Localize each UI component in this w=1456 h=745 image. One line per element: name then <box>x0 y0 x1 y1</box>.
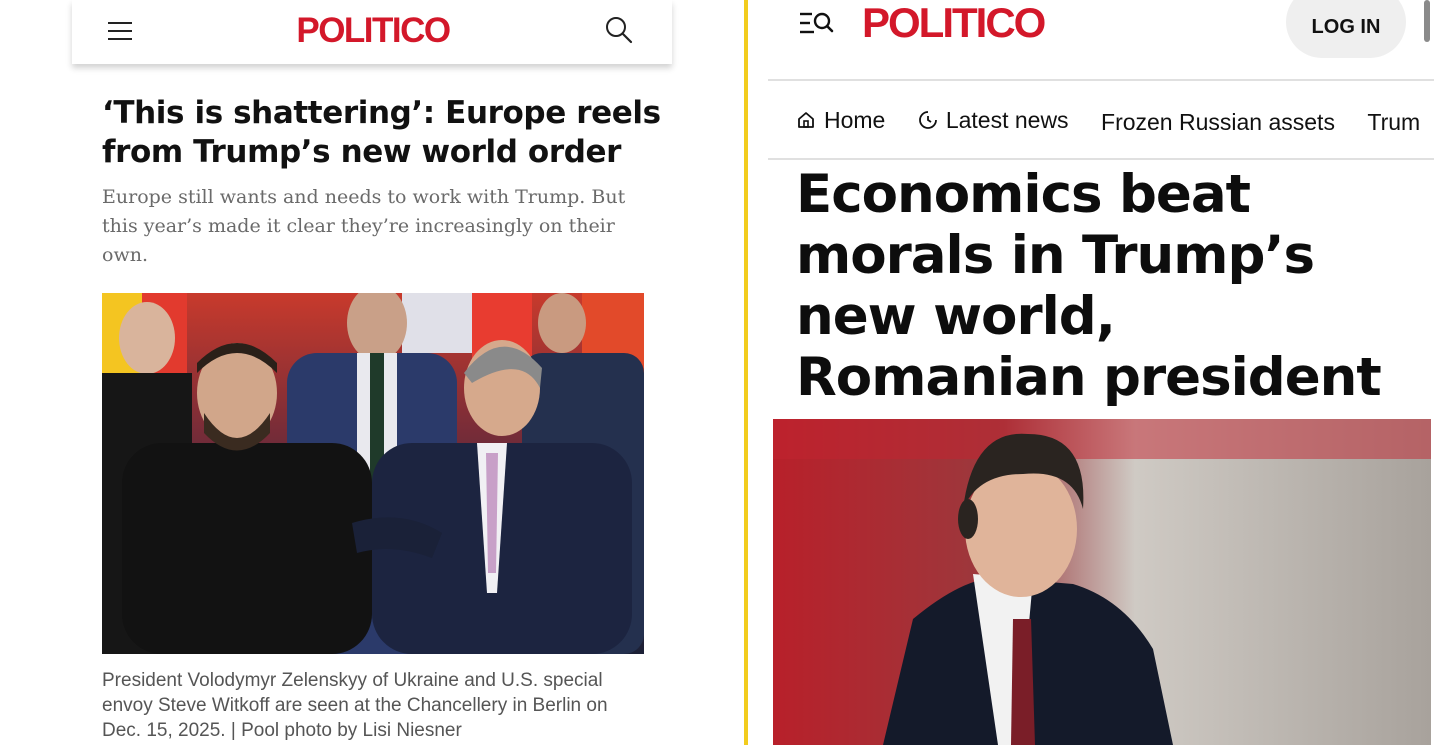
nav-item-trump[interactable]: Trum <box>1367 103 1420 141</box>
hamburger-menu-icon[interactable] <box>108 22 132 40</box>
photo-caption: President Volodymyr Zelenskyy of Ukraine… <box>102 670 608 741</box>
login-button[interactable]: LOG IN <box>1286 0 1406 58</box>
article-photo-romanian-president <box>773 419 1431 745</box>
nav-item-label: Latest news <box>945 106 1069 133</box>
scrollbar[interactable] <box>1424 0 1430 42</box>
right-article-screenshot: POLITICO LOG IN Home Latest news Frozen … <box>748 0 1456 745</box>
nav-item-home[interactable]: Home <box>796 100 885 140</box>
article-dek: Europe still wants and needs to work wit… <box>102 186 626 266</box>
clock-icon <box>918 111 937 129</box>
nav-item-frozen-russian-assets[interactable]: Frozen Russian assets <box>1101 103 1335 141</box>
section-nav: Home Latest news Frozen Russian assets T… <box>796 100 1424 140</box>
nav-item-label: Frozen Russian assets <box>1101 109 1335 135</box>
nav-rule-bottom <box>768 158 1434 160</box>
search-icon[interactable] <box>604 15 634 45</box>
nav-item-latest-news[interactable]: Latest news <box>918 100 1069 140</box>
left-article-screenshot: POLITICO ‘This is shattering’: Europe re… <box>0 0 744 745</box>
nav-item-label: Trum <box>1367 109 1421 135</box>
left-site-header: POLITICO <box>72 0 672 64</box>
nav-rule-top <box>768 79 1434 81</box>
nav-item-label: Home <box>824 106 886 133</box>
politico-logo[interactable]: POLITICO <box>862 0 1046 46</box>
article-headline[interactable]: ‘This is shattering’: Europe reels from … <box>102 94 682 172</box>
menu-search-icon[interactable] <box>798 10 834 38</box>
politico-logo[interactable]: POLITICO <box>292 11 454 51</box>
article-photo-zelenskyy-witkoff <box>102 293 644 654</box>
home-icon <box>798 112 814 128</box>
